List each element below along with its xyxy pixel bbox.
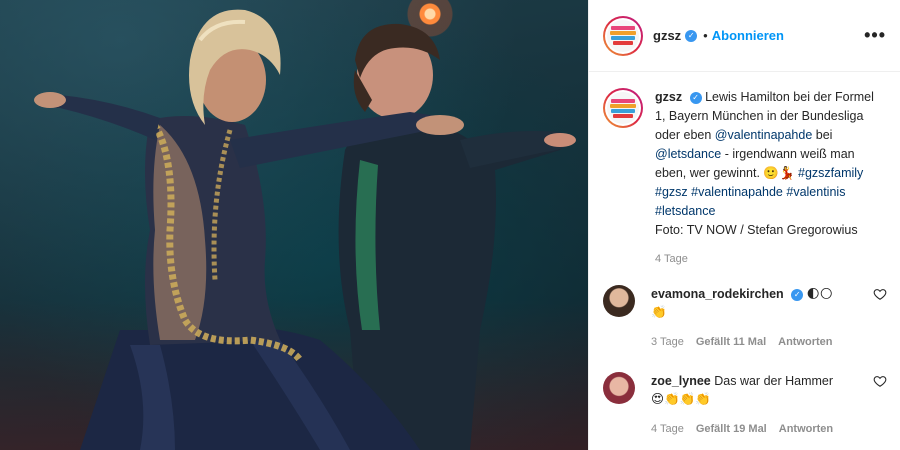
follow-button[interactable]: Abonnieren — [712, 28, 784, 43]
verified-badge-icon: ✓ — [685, 29, 698, 42]
caption-username[interactable]: gzsz — [655, 90, 682, 104]
comment-emojis: 😍👏👏👏 — [651, 392, 711, 406]
comment-username[interactable]: zoe_lynee — [651, 374, 711, 388]
comment-timestamp[interactable]: 4 Tage — [651, 420, 684, 438]
commenter-avatar[interactable] — [603, 285, 635, 317]
hashtag-link[interactable]: #gzsz — [655, 185, 688, 199]
account-username[interactable]: gzsz — [653, 28, 681, 43]
caption-avatar[interactable] — [603, 88, 643, 128]
verified-badge-icon: ✓ — [791, 289, 804, 301]
comment-body: zoe_lynee Das war der Hammer 😍👏👏👏 4 Tage… — [651, 372, 873, 438]
comment-username[interactable]: evamona_rodekirchen — [651, 287, 784, 301]
heart-outline-icon[interactable] — [873, 287, 887, 301]
comment-body: evamona_rodekirchen ✓ 🌓🌕 👏 3 Tage Gefäll… — [651, 285, 873, 351]
comment-likes[interactable]: Gefällt 11 Mal — [696, 333, 766, 351]
caption-text: bei — [815, 128, 833, 142]
gzsz-logo-icon — [607, 92, 639, 124]
commenter-avatar[interactable] — [603, 372, 635, 404]
comment-text: Das war der Hammer — [714, 374, 834, 388]
post-side-panel: gzsz ✓ • Abonnieren ••• gzsz ✓ Lewis Ham… — [588, 0, 900, 450]
comment-likes[interactable]: Gefällt 19 Mal — [696, 420, 767, 438]
more-horizontal-icon[interactable]: ••• — [864, 25, 886, 46]
mention-link[interactable]: @letsdance — [655, 147, 721, 161]
account-avatar[interactable] — [603, 15, 643, 56]
heart-outline-icon[interactable] — [873, 374, 887, 388]
hashtag-link[interactable]: #gzszfamily — [798, 166, 863, 180]
reply-button[interactable]: Antworten — [779, 420, 833, 438]
hashtag-link[interactable]: #valentinapahde — [691, 185, 783, 199]
comment-meta: 3 Tage Gefällt 11 Mal Antworten — [651, 333, 873, 351]
comment-timestamp[interactable]: 3 Tage — [651, 333, 684, 351]
hashtag-link[interactable]: #letsdance — [655, 204, 715, 218]
comment-meta: 4 Tage Gefällt 19 Mal Antworten — [651, 420, 873, 438]
post-header: gzsz ✓ • Abonnieren ••• — [589, 0, 900, 72]
dancers-illustration — [34, 9, 576, 450]
comment-item: evamona_rodekirchen ✓ 🌓🌕 👏 3 Tage Gefäll… — [603, 285, 887, 351]
mention-link[interactable]: @valentinapahde — [715, 128, 813, 142]
verified-badge-icon: ✓ — [689, 92, 702, 104]
caption-timestamp[interactable]: 4 Tage — [655, 250, 885, 269]
hashtag-link[interactable]: #valentinis — [786, 185, 845, 199]
post-photo[interactable] — [0, 0, 588, 450]
reply-button[interactable]: Antworten — [778, 333, 832, 351]
photo-credit: Foto: TV NOW / Stefan Gregorowius — [655, 223, 858, 237]
post-caption: gzsz ✓ Lewis Hamilton bei der Formel 1, … — [655, 88, 885, 269]
caption-block: gzsz ✓ Lewis Hamilton bei der Formel 1, … — [589, 72, 900, 269]
separator-dot: • — [703, 28, 708, 43]
comment-item: zoe_lynee Das war der Hammer 😍👏👏👏 4 Tage… — [603, 372, 887, 438]
gzsz-logo-icon — [607, 19, 639, 52]
